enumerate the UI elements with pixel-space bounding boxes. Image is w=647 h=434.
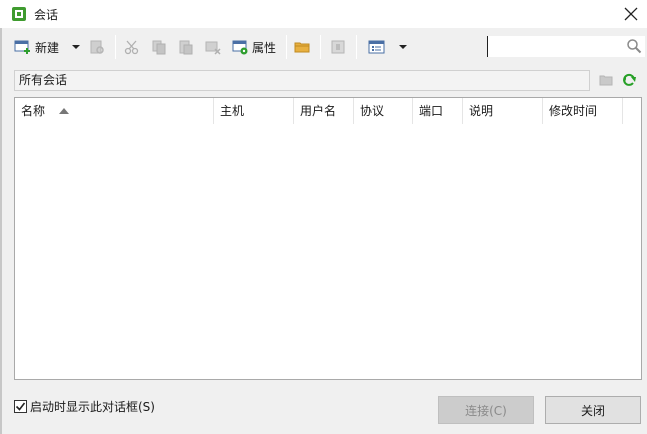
checkmark-icon	[15, 402, 26, 411]
column-header-modified-time[interactable]: 修改时间	[543, 98, 623, 124]
search-box	[487, 36, 645, 57]
close-button[interactable]: 关闭	[545, 396, 641, 424]
connect-button[interactable]: 连接(C)	[438, 396, 534, 424]
delete-icon	[205, 41, 221, 55]
scissors-icon	[124, 40, 139, 55]
column-header-username[interactable]: 用户名	[294, 98, 354, 124]
shortcut-icon	[331, 40, 345, 54]
title-bar: 会话	[0, 0, 647, 28]
chevron-down-icon	[72, 45, 80, 49]
toolbar-separator	[356, 35, 357, 59]
sort-ascending-icon	[59, 108, 69, 114]
close-icon[interactable]	[619, 2, 643, 26]
view-dropdown-button[interactable]	[398, 36, 408, 58]
session-path-bar: 所有会话	[14, 70, 590, 91]
chevron-down-icon	[399, 45, 407, 49]
open-session-icon	[90, 40, 104, 54]
toolbar-separator	[320, 35, 321, 59]
folder-icon	[294, 42, 310, 53]
open-button[interactable]	[89, 36, 105, 58]
refresh-icon[interactable]	[621, 72, 637, 91]
search-input[interactable]	[487, 36, 623, 57]
properties-icon	[232, 40, 248, 55]
session-list[interactable]: 名称 主机 用户名 协议 端口 说明 修改时间	[14, 97, 642, 380]
window-left-edge	[0, 28, 2, 434]
delete-button[interactable]	[205, 36, 221, 58]
new-folder-button[interactable]	[294, 36, 311, 58]
copy-button[interactable]	[151, 36, 167, 58]
view-list-icon	[368, 40, 385, 54]
paste-button[interactable]	[178, 36, 194, 58]
paste-icon	[179, 40, 193, 55]
view-button[interactable]	[368, 36, 386, 58]
toolbar-separator	[286, 35, 287, 59]
new-session-icon	[14, 40, 30, 54]
column-header-description[interactable]: 说明	[463, 98, 543, 124]
new-button-label: 新建	[35, 40, 60, 55]
show-on-startup-label: 启动时显示此对话框(S)	[30, 400, 155, 414]
window-title: 会话	[34, 8, 59, 22]
search-icon[interactable]	[626, 38, 642, 57]
column-header-host[interactable]: 主机	[214, 98, 294, 124]
properties-button[interactable]: 属性	[232, 36, 276, 58]
shortcut-button[interactable]	[330, 36, 346, 58]
app-icon	[12, 7, 26, 21]
copy-icon	[152, 40, 166, 55]
new-dropdown-button[interactable]	[71, 36, 81, 58]
column-header-protocol[interactable]: 协议	[354, 98, 413, 124]
properties-button-label: 属性	[252, 40, 277, 55]
column-header-name[interactable]: 名称	[15, 98, 214, 124]
show-on-startup-checkbox[interactable]: 启动时显示此对话框(S)	[14, 398, 155, 415]
list-header: 名称 主机 用户名 协议 端口 说明 修改时间	[15, 98, 641, 124]
up-folder-icon[interactable]	[599, 73, 614, 90]
new-button[interactable]: 新建	[14, 36, 59, 58]
column-header-port[interactable]: 端口	[413, 98, 463, 124]
checkbox-box[interactable]	[14, 400, 27, 413]
toolbar-separator	[115, 35, 116, 59]
path-label: 所有会话	[19, 73, 68, 87]
cut-button[interactable]	[124, 36, 140, 58]
